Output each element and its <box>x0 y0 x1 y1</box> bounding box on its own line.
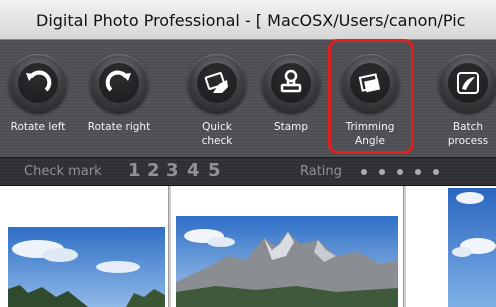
thumbnail-divider <box>168 186 171 307</box>
check-mark-label: Check mark <box>24 164 102 179</box>
rating-dot-5[interactable] <box>433 169 439 175</box>
thumbnail-image-1[interactable] <box>8 227 165 307</box>
rotate-right-icon <box>105 70 131 92</box>
thumbnail-image-2[interactable] <box>176 216 398 307</box>
toolbar: Rotate left Rotate right Quick check Sta… <box>0 40 496 157</box>
rating-dot-2[interactable] <box>379 169 385 175</box>
check-mark-bar: Check mark 1 2 3 4 5 Rating <box>0 157 496 186</box>
rotate-right-label: Rotate right <box>87 121 151 133</box>
thumbnail-area <box>0 186 496 307</box>
check-mark-1[interactable]: 1 <box>128 160 141 181</box>
trimming-angle-icon <box>358 73 381 93</box>
check-mark-3[interactable]: 3 <box>166 160 179 181</box>
rating-label: Rating <box>300 164 342 179</box>
window-titlebar: Digital Photo Professional - [ MacOSX/Us… <box>0 0 496 40</box>
batch-process-button[interactable]: Batch process <box>428 40 496 157</box>
batch-process-label-line1: Batch <box>452 121 484 133</box>
trimming-angle-label-line1: Trimming <box>345 121 395 133</box>
quick-check-icon <box>204 72 228 93</box>
window-title: Digital Photo Professional - [ MacOSX/Us… <box>36 11 466 30</box>
trimming-angle-label-line2: Angle <box>355 135 385 147</box>
rotate-left-button[interactable]: Rotate left <box>0 40 78 157</box>
trimming-angle-button[interactable]: Trimming Angle <box>330 40 410 157</box>
rotate-right-button[interactable]: Rotate right <box>79 40 159 157</box>
check-mark-2[interactable]: 2 <box>147 160 160 181</box>
rating-dot-1[interactable] <box>361 169 367 175</box>
stamp-button[interactable]: Stamp <box>251 40 331 157</box>
rotate-left-icon <box>26 70 52 92</box>
check-mark-5[interactable]: 5 <box>208 160 221 181</box>
batch-process-icon <box>457 72 479 94</box>
batch-process-label-line2: process <box>447 135 489 147</box>
quick-check-button[interactable]: Quick check <box>177 40 257 157</box>
thumbnail-divider <box>403 186 406 307</box>
rating-dot-4[interactable] <box>415 169 421 175</box>
rating-dot-3[interactable] <box>397 169 403 175</box>
stamp-icon <box>280 69 302 93</box>
thumbnail-image-3[interactable] <box>448 188 496 307</box>
check-mark-4[interactable]: 4 <box>187 160 200 181</box>
